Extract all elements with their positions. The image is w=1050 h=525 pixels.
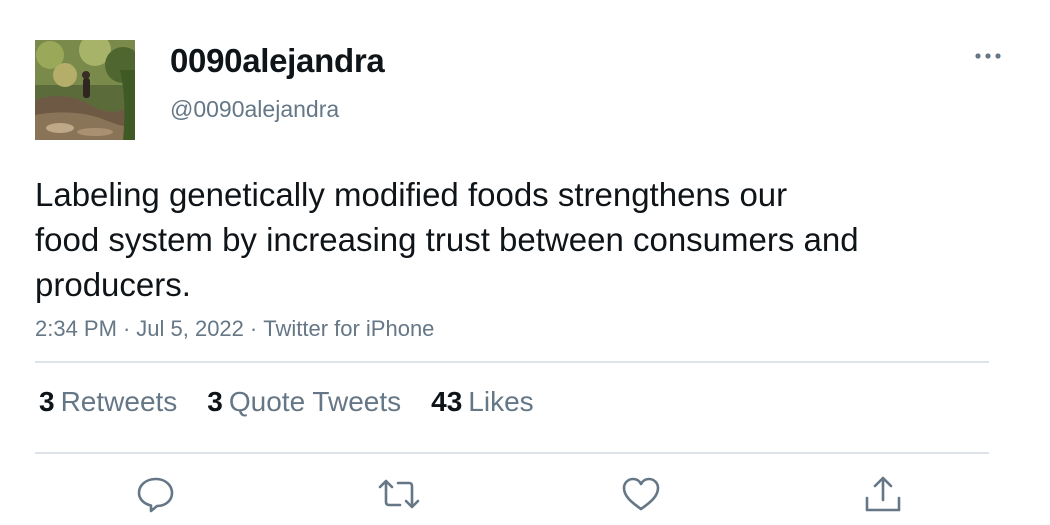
engagement-stats: 3 Retweets 3 Quote Tweets 43 Likes [39, 386, 564, 418]
more-options-icon[interactable] [970, 44, 1006, 68]
tweet-date[interactable]: Jul 5, 2022 [136, 316, 244, 341]
tweet-text: Labeling genetically modified foods stre… [35, 172, 995, 307]
avatar[interactable] [35, 40, 135, 140]
tweet-text-line: Labeling genetically modified foods stre… [35, 176, 788, 213]
divider [35, 452, 989, 454]
display-name[interactable]: 0090alejandra [170, 42, 385, 80]
tweet-text-line: food system by increasing trust between … [35, 221, 859, 258]
quote-tweets-count: 3 [207, 386, 223, 417]
tweet-source[interactable]: Twitter for iPhone [263, 316, 434, 341]
like-icon[interactable] [619, 472, 663, 516]
meta-separator: · [249, 316, 258, 341]
tweet-time[interactable]: 2:34 PM [35, 316, 117, 341]
meta-separator: · [122, 316, 131, 341]
profile-photo-icon [35, 40, 135, 140]
quote-tweets-stat[interactable]: 3 Quote Tweets [207, 386, 401, 418]
retweets-count: 3 [39, 386, 55, 417]
divider [35, 361, 989, 363]
quote-tweets-label: Quote Tweets [228, 386, 402, 417]
tweet-text-line: producers. [35, 266, 191, 303]
share-icon[interactable] [861, 472, 905, 516]
tweet-metadata: 2:34 PM · Jul 5, 2022 · Twitter for iPhone [35, 316, 434, 342]
tweet-card: 0090alejandra @0090alejandra Labeling ge… [0, 0, 1050, 525]
retweets-label: Retweets [60, 386, 178, 417]
likes-count: 43 [431, 386, 463, 417]
likes-stat[interactable]: 43 Likes [431, 386, 534, 418]
reply-icon[interactable] [134, 472, 178, 516]
retweets-stat[interactable]: 3 Retweets [39, 386, 177, 418]
user-handle[interactable]: @0090alejandra [170, 96, 339, 123]
retweet-icon[interactable] [377, 472, 421, 516]
likes-label: Likes [468, 386, 534, 417]
